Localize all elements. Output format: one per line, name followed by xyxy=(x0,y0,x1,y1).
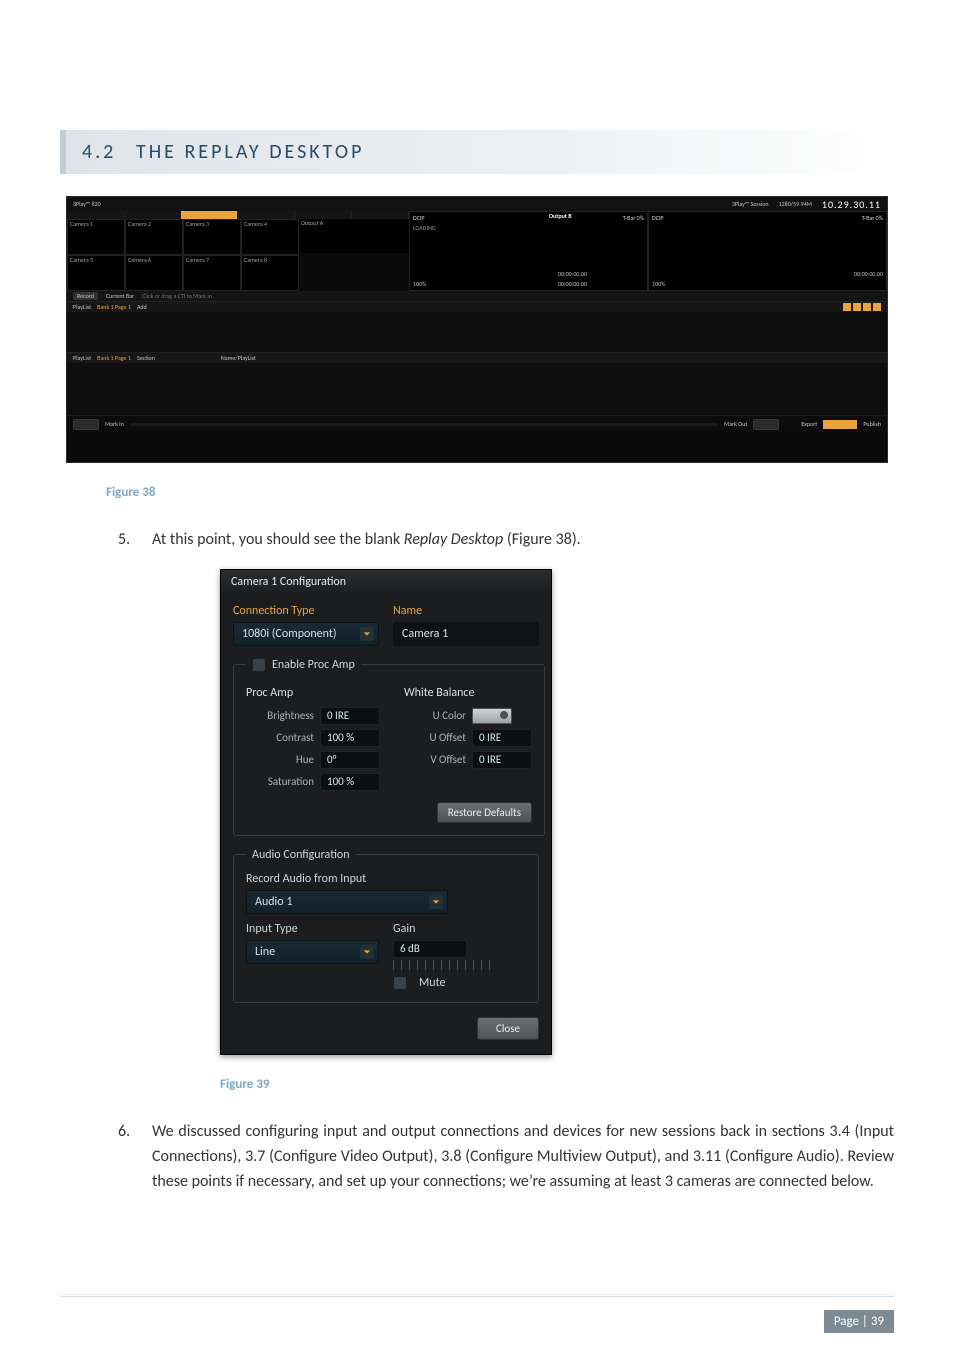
list-number: 5. xyxy=(118,528,152,553)
publish-button[interactable] xyxy=(823,420,857,429)
gain-label: Gain xyxy=(393,922,526,936)
chevron-down-icon xyxy=(360,627,374,641)
gain-slider[interactable] xyxy=(393,960,493,970)
mark-out-button[interactable] xyxy=(753,419,779,430)
white-balance-heading: White Balance xyxy=(404,686,532,700)
gain-field[interactable]: 6 dB xyxy=(393,940,467,958)
rd-session-size: 1280/59.94M xyxy=(779,200,812,208)
list-item-5: 5. At this point, you should see the bla… xyxy=(118,528,894,553)
out-b-tag: T-Bar 0% xyxy=(862,214,883,222)
v-offset-field[interactable]: 0 IRE xyxy=(472,751,532,769)
u-offset-field[interactable]: 0 IRE xyxy=(472,729,532,747)
section-number: 4.2 xyxy=(82,140,116,164)
out-b-mode: DCIP xyxy=(652,214,664,222)
rd-session-label: 3Play™ Session xyxy=(732,200,769,208)
strip-tools[interactable] xyxy=(843,303,881,311)
brightness-field[interactable]: 0 IRE xyxy=(320,707,380,725)
audio-config-legend: Audio Configuration xyxy=(246,848,356,862)
contrast-field[interactable]: 100 % xyxy=(320,729,380,747)
page-number: Page | 39 xyxy=(824,1310,894,1333)
checkbox-icon[interactable] xyxy=(252,658,266,672)
section-title: THE REPLAY DESKTOP xyxy=(136,140,364,164)
dialog-title: Camera 1 Configuration xyxy=(221,570,551,594)
export-button[interactable]: Export xyxy=(801,420,817,428)
out-a-mode: DCIP xyxy=(413,214,425,222)
hue-field[interactable]: 0° xyxy=(320,751,380,769)
close-button[interactable]: Close xyxy=(477,1017,539,1040)
list-number: 6. xyxy=(118,1120,152,1194)
saturation-field[interactable]: 100 % xyxy=(320,773,380,791)
out-a-tag: T-Bar 0% xyxy=(623,214,644,222)
enable-proc-amp-toggle[interactable]: Enable Proc Amp xyxy=(246,658,361,672)
rd-topbar: 3Play™ 820 3Play™ Session 1280/59.94M 10… xyxy=(67,197,887,211)
replay-desktop-figure: 3Play™ 820 3Play™ Session 1280/59.94M 10… xyxy=(66,196,888,463)
record-button[interactable]: Record xyxy=(73,292,98,300)
chevron-down-icon xyxy=(360,945,374,959)
record-audio-label: Record Audio from Input xyxy=(246,872,526,886)
transport-bar: Mark In Mark Out Export Publish xyxy=(67,415,887,432)
add-button[interactable]: Add xyxy=(137,303,147,311)
rd-clock: 10.29.30.11 xyxy=(822,198,881,211)
output-a-label: Output A xyxy=(301,219,323,227)
input-type-dropdown[interactable]: Line xyxy=(246,940,379,964)
footer-rule xyxy=(60,1296,894,1297)
figure-39-caption: Figure 39 xyxy=(220,1077,894,1092)
chevron-down-icon xyxy=(429,895,443,909)
name-label: Name xyxy=(393,604,539,618)
record-audio-dropdown[interactable]: Audio 1 xyxy=(246,890,448,914)
camera-config-dialog: Camera 1 Configuration Connection Type 1… xyxy=(220,569,552,1055)
rd-session-name: 3Play™ 820 xyxy=(73,200,101,208)
output-b-label: Output B xyxy=(549,212,572,220)
list-item-6: 6. We discussed configuring input and ou… xyxy=(118,1120,894,1194)
audio-config-fieldset: Audio Configuration Record Audio from In… xyxy=(233,848,539,1003)
name-field[interactable]: Camera 1 xyxy=(393,622,539,646)
rd-camera-row-2: Camera 5 Camera 6 Camera 7 Camera 8 xyxy=(67,255,409,291)
checkbox-icon[interactable] xyxy=(393,976,407,990)
input-type-label: Input Type xyxy=(246,922,379,936)
connection-type-dropdown[interactable]: 1080i (Component) xyxy=(233,622,379,646)
rd-tabstrip xyxy=(67,211,409,219)
mark-in-button[interactable] xyxy=(73,419,99,430)
section-heading: 4.2 THE REPLAY DESKTOP xyxy=(60,130,894,174)
proc-amp-heading: Proc Amp xyxy=(246,686,380,700)
connection-type-label: Connection Type xyxy=(233,604,379,618)
rd-camera-row-1: Camera 1 Camera 2 Camera 3 Camera 4 Outp… xyxy=(67,219,409,255)
figure-38-caption: Figure 38 xyxy=(106,485,894,500)
mute-toggle[interactable]: Mute xyxy=(393,976,526,990)
restore-defaults-button[interactable]: Restore Defaults xyxy=(437,802,532,823)
u-color-picker[interactable] xyxy=(472,708,512,724)
proc-amp-fieldset: Enable Proc Amp Proc Amp Brightness0 IRE… xyxy=(233,658,545,836)
